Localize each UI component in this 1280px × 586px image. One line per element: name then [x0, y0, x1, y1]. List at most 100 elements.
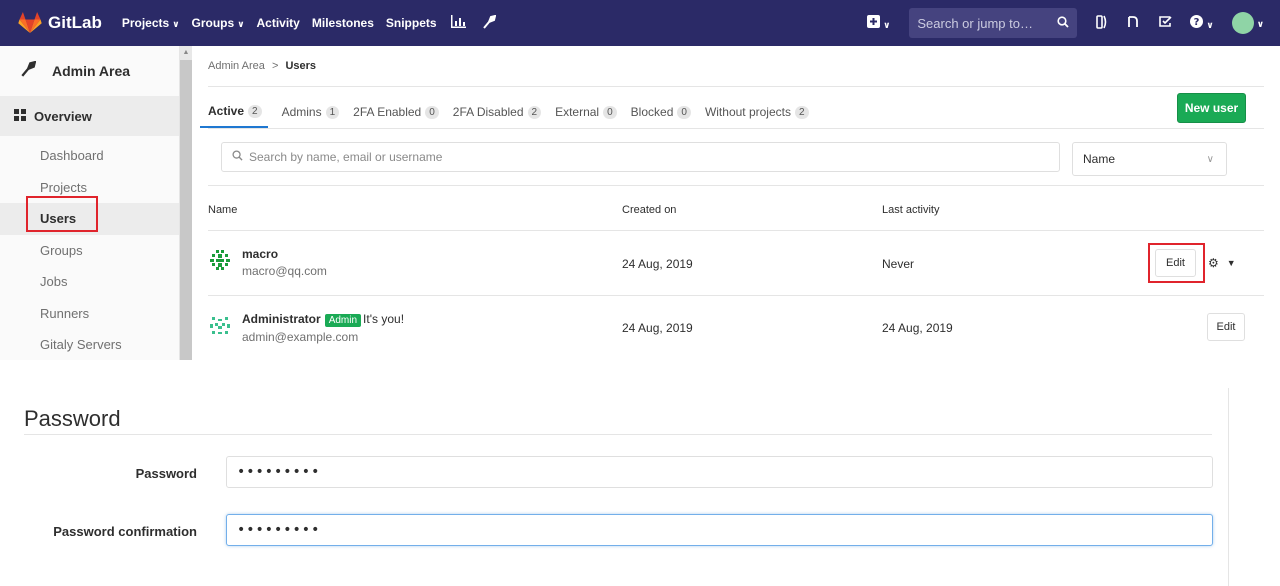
- search-icon: [232, 150, 243, 164]
- nav-groups[interactable]: Groups ∨: [192, 16, 245, 30]
- wrench-icon[interactable]: [482, 14, 496, 32]
- divider: [24, 434, 1212, 435]
- brand-name: GitLab: [48, 13, 102, 32]
- sidebar-item-runners[interactable]: Runners: [0, 298, 179, 330]
- tab-blocked[interactable]: Blocked 0: [631, 96, 691, 128]
- sidebar-header[interactable]: Admin Area: [0, 46, 179, 96]
- divider: [208, 230, 1264, 231]
- tab-admins[interactable]: Admins 1: [282, 96, 340, 128]
- tab-label: Active: [208, 104, 245, 118]
- password-confirmation-input[interactable]: [226, 514, 1213, 546]
- gear-icon: ⚙: [1208, 256, 1219, 270]
- tab-label: External: [555, 105, 600, 119]
- plus-square-icon[interactable]: ∨: [867, 15, 890, 31]
- nav-snippets[interactable]: Snippets: [386, 16, 437, 30]
- todo-icon[interactable]: [1158, 15, 1172, 31]
- tab-without-projects[interactable]: Without projects 2: [705, 96, 809, 128]
- password-confirmation-label: Password confirmation: [53, 524, 197, 539]
- user-name-link[interactable]: Administrator Admin It's you!: [242, 312, 404, 327]
- sidebar-item-gitaly-servers[interactable]: Gitaly Servers: [0, 329, 179, 360]
- nav-milestones[interactable]: Milestones: [312, 16, 374, 30]
- tab-count-badge: 1: [325, 105, 340, 119]
- password-label: Password: [135, 466, 197, 481]
- user-name-link[interactable]: macro: [242, 247, 278, 261]
- nav-activity[interactable]: Activity: [257, 16, 300, 30]
- navbar-right: ∨ Search or jump to… ? ∨ ∨: [858, 0, 1280, 46]
- sidebar-item-projects[interactable]: Projects: [0, 172, 179, 204]
- tab-active[interactable]: Active 2: [200, 96, 268, 128]
- edit-user-button[interactable]: Edit: [1155, 249, 1196, 277]
- password-input[interactable]: [226, 456, 1213, 488]
- divider: [208, 128, 1264, 129]
- sidebar-scrollbar[interactable]: [180, 46, 192, 360]
- sidebar-title: Admin Area: [52, 63, 131, 79]
- chevron-down-icon: ∨: [1206, 20, 1214, 30]
- issues-icon[interactable]: [1096, 14, 1108, 32]
- sidebar-item-users[interactable]: Users: [0, 203, 179, 235]
- user-filter-tabs: Active 2 Admins 1 2FA Enabled 0 2FA Disable…: [200, 96, 823, 128]
- tab-count-badge: 2: [794, 105, 809, 119]
- user-name-text: Administrator: [242, 312, 321, 326]
- help-icon[interactable]: ? ∨: [1190, 15, 1214, 31]
- tab-label: Blocked: [630, 105, 674, 119]
- chevron-down-icon: ∨: [237, 19, 245, 29]
- divider: [208, 185, 1264, 186]
- user-avatar-icon: [1231, 12, 1254, 34]
- created-on-value: 24 Aug, 2019: [622, 257, 693, 271]
- tab-count-badge: 2: [527, 105, 542, 119]
- tab-label: 2FA Enabled: [353, 105, 422, 119]
- divider: [208, 295, 1264, 296]
- sidebar-item-dashboard[interactable]: Dashboard: [0, 140, 179, 172]
- svg-text:?: ?: [1194, 17, 1200, 28]
- last-activity-value: Never: [882, 257, 915, 271]
- edit-user-button[interactable]: Edit: [1207, 313, 1245, 341]
- breadcrumb-separator: >: [271, 60, 279, 72]
- tab-count-badge: 0: [677, 105, 691, 119]
- top-navbar: GitLab Projects ∨ Groups ∨ Activity Milest…: [0, 0, 1280, 46]
- admin-badge: Admin: [324, 314, 362, 327]
- tab-count-badge: 2: [248, 104, 262, 118]
- sidebar-items: Dashboard Projects Users Groups Jobs Run…: [0, 136, 179, 360]
- global-search-input[interactable]: Search or jump to…: [909, 8, 1078, 38]
- sidebar-item-groups[interactable]: Groups: [0, 235, 179, 267]
- chevron-down-icon: ∨: [1206, 153, 1214, 165]
- tab-count-badge: 0: [603, 105, 617, 119]
- sidebar-item-jobs[interactable]: Jobs: [0, 266, 179, 298]
- user-actions-dropdown[interactable]: ⚙ ▼: [1208, 249, 1236, 277]
- column-header-created: Created on: [622, 204, 677, 216]
- sort-dropdown-value: Name: [1083, 152, 1116, 166]
- tab-2fa-disabled[interactable]: 2FA Disabled 2: [452, 96, 542, 128]
- created-on-value: 24 Aug, 2019: [622, 321, 693, 335]
- new-user-button[interactable]: New user: [1177, 93, 1246, 123]
- sidebar-section-overview[interactable]: Overview: [0, 96, 179, 136]
- breadcrumb-parent[interactable]: Admin Area: [208, 60, 265, 72]
- overview-grid-icon: [14, 108, 26, 124]
- tab-label: Without projects: [704, 105, 791, 119]
- chart-icon[interactable]: [450, 15, 466, 31]
- tab-label: Admins: [281, 105, 322, 119]
- user-search-input[interactable]: Search by name, email or username: [221, 142, 1060, 172]
- merge-request-icon[interactable]: [1126, 15, 1140, 32]
- sort-dropdown[interactable]: Name ∨: [1072, 142, 1227, 176]
- main-content: Admin Area > Users Active 2 Admins 1 2FA E…: [192, 46, 1280, 360]
- tab-external[interactable]: External 0: [555, 96, 617, 128]
- gitlab-logo[interactable]: GitLab: [18, 12, 102, 34]
- caret-down-icon: ▼: [1226, 258, 1236, 268]
- sidebar-section-label: Overview: [34, 108, 92, 124]
- chevron-down-icon: ∨: [1256, 18, 1264, 29]
- divider: [1228, 388, 1229, 586]
- nav-projects-label: Projects: [121, 16, 170, 30]
- user-menu[interactable]: ∨: [1231, 12, 1264, 34]
- admin-sidebar: Admin Area Overview Dashboard Projects U…: [0, 46, 180, 360]
- last-activity-value: 24 Aug, 2019: [882, 321, 953, 335]
- tab-2fa-enabled[interactable]: 2FA Enabled 0: [353, 96, 439, 128]
- scroll-up-arrow-icon[interactable]: ▲: [180, 46, 192, 60]
- nav-projects[interactable]: Projects ∨: [122, 16, 180, 30]
- avatar: [208, 248, 232, 272]
- section-title: Password: [24, 406, 121, 431]
- breadcrumb-current: Users: [285, 60, 317, 72]
- search-icon: [1057, 15, 1070, 31]
- tab-label: 2FA Disabled: [452, 105, 524, 119]
- column-header-name: Name: [208, 204, 238, 216]
- user-email: admin@example.com: [242, 330, 359, 344]
